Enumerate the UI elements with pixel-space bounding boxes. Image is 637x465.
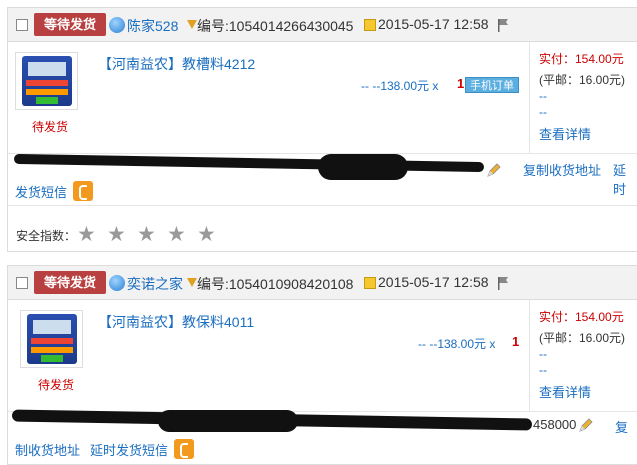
copy-address-link[interactable]: 制收货地址 xyxy=(15,440,80,459)
wangwang-icon[interactable] xyxy=(109,275,125,291)
address-row: 复制收货地址 延时 发货短信 xyxy=(8,153,637,206)
order-header: 等待发货 陈家528 编号:1054014266430045 2015-05-1… xyxy=(8,8,637,42)
payment-column: 实付：154.00元 (平邮：16.00元) -- -- 查看详情 xyxy=(529,42,637,153)
status-badge: 等待发货 xyxy=(34,13,106,36)
order-date: 2015-05-17 12:58 xyxy=(378,274,489,290)
postage: (平邮：16.00元) xyxy=(539,73,626,87)
funnel-icon xyxy=(187,278,197,287)
product-title-link[interactable]: 【河南益农】教槽料4212 xyxy=(98,54,255,74)
phone-icon[interactable] xyxy=(174,439,194,459)
order-body: 待发货 【河南益农】教保料4011 -- --138.00元 x 1 实付：15… xyxy=(8,300,637,412)
star-icon: ★ xyxy=(167,223,186,246)
order-checkbox[interactable] xyxy=(16,19,28,31)
redacted-address xyxy=(158,410,298,432)
placeholder-dash: -- xyxy=(539,347,547,361)
order-date: 2015-05-17 12:58 xyxy=(378,16,489,32)
order-card: 等待发货 陈家528 编号:1054014266430045 2015-05-1… xyxy=(7,7,637,252)
safety-index-label: 安全指数： xyxy=(16,229,77,243)
paid-amount: 实付：154.00元 xyxy=(539,52,624,66)
placeholder-dash: -- xyxy=(539,105,547,119)
order-number: 编号:1054010908420108 xyxy=(197,276,354,292)
view-detail-link[interactable]: 查看详情 xyxy=(539,382,637,401)
zip-code: 458000 xyxy=(533,417,577,432)
order-number: 编号:1054014266430045 xyxy=(197,18,354,34)
postage: (平邮：16.00元) xyxy=(539,331,626,345)
flag-icon[interactable] xyxy=(497,18,509,32)
memo-icon[interactable] xyxy=(364,19,376,31)
redacted-address xyxy=(13,153,485,173)
star-icon: ★ xyxy=(107,223,126,246)
order-header: 等待发货 奕诺之家 编号:1054010908420108 2015-05-17… xyxy=(8,266,637,300)
order-card: 等待发货 奕诺之家 编号:1054010908420108 2015-05-17… xyxy=(7,265,637,465)
delay-sms-link[interactable]: 延时发货短信 xyxy=(90,440,168,459)
memo-icon[interactable] xyxy=(364,277,376,289)
funnel-icon xyxy=(187,20,197,29)
wangwang-icon[interactable] xyxy=(109,17,125,33)
quantity: 1 xyxy=(512,334,520,349)
star-icon: ★ xyxy=(197,223,216,246)
paid-amount: 实付：154.00元 xyxy=(539,310,624,324)
item-status: 待发货 xyxy=(38,378,75,392)
star-icon: ★ xyxy=(137,223,156,246)
quantity: 1 xyxy=(457,76,465,91)
flag-icon[interactable] xyxy=(497,276,509,290)
status-badge: 等待发货 xyxy=(34,271,106,294)
address-row: 458000 复 制收货地址 延时发货短信 xyxy=(8,409,637,464)
pencil-icon[interactable] xyxy=(486,162,502,178)
pencil-icon[interactable] xyxy=(578,417,594,433)
item-status: 待发货 xyxy=(32,120,69,134)
product-thumbnail[interactable] xyxy=(15,52,78,110)
delay-link[interactable]: 延时 xyxy=(613,160,637,198)
mobile-order-badge: 手机订单 xyxy=(465,77,519,93)
buyer-name-link[interactable]: 陈家528 xyxy=(127,16,178,36)
unit-price: -- --138.00元 x xyxy=(418,337,496,351)
star-icon: ★ xyxy=(77,223,96,246)
phone-icon[interactable] xyxy=(73,181,93,201)
placeholder-dash: -- xyxy=(539,89,547,103)
product-thumbnail[interactable] xyxy=(20,310,83,368)
unit-price: -- --138.00元 x xyxy=(361,79,439,93)
order-checkbox[interactable] xyxy=(16,277,28,289)
redacted-address xyxy=(318,154,408,180)
product-title-link[interactable]: 【河南益农】教保料4011 xyxy=(98,312,254,332)
placeholder-dash: -- xyxy=(539,363,547,377)
view-detail-link[interactable]: 查看详情 xyxy=(539,124,637,143)
buyer-name-link[interactable]: 奕诺之家 xyxy=(127,274,183,294)
copy-address-link[interactable]: 复制收货地址 xyxy=(523,160,601,179)
payment-column: 实付：154.00元 (平邮：16.00元) -- -- 查看详情 xyxy=(529,300,637,411)
sms-link[interactable]: 发货短信 xyxy=(15,182,67,201)
order-body: 待发货 【河南益农】教槽料4212 -- --138.00元 x 1 手机订单 … xyxy=(8,42,637,154)
copy-address-link[interactable]: 复 xyxy=(615,417,628,436)
